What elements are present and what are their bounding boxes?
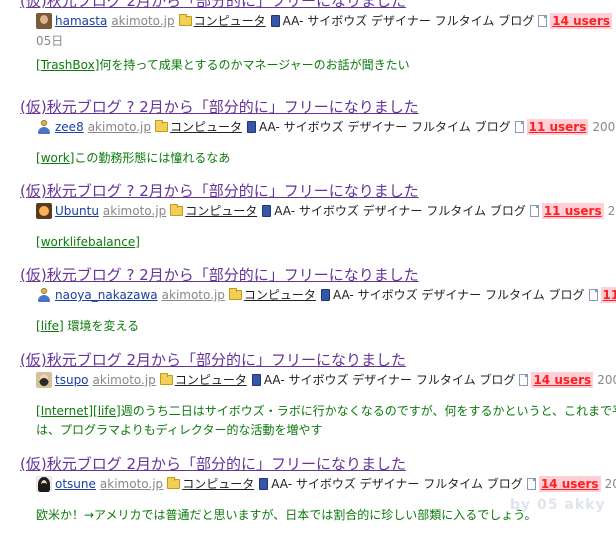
entry-title-link[interactable]: (仮)秋元ブログ ? 2月から「部分的に」フリーになりました bbox=[20, 182, 419, 200]
entry-date: 05日 bbox=[36, 34, 64, 48]
entry-meta: tsupo akimoto.jp コンピュータ AA- サイボウズ デザイナー … bbox=[36, 372, 616, 388]
entry-title-link[interactable]: (仮)秋元ブログ ? 2月から「部分的に」フリーになりました bbox=[20, 98, 419, 116]
folder-icon bbox=[159, 373, 173, 385]
user-link[interactable]: tsupo bbox=[55, 372, 89, 388]
book-icon bbox=[247, 121, 256, 133]
watermark-text: by 05 akky bbox=[510, 497, 606, 513]
user-avatar-icon[interactable] bbox=[36, 119, 52, 135]
folder-icon bbox=[228, 288, 242, 300]
entry-comment: 欧米か！→アメリカでは普通だと思いますが、日本では割合的に珍しい部類に入るでしょ… bbox=[36, 508, 537, 522]
entry-tags: AA- サイボウズ デザイナー フルタイム ブログ bbox=[274, 204, 526, 218]
domain-link[interactable]: akimoto.jp bbox=[88, 119, 151, 135]
entry-comment: [life] 環境を変える bbox=[36, 319, 140, 333]
folder-icon bbox=[154, 120, 168, 132]
entry-meta: Ubuntu akimoto.jp コンピュータ AA- サイボウズ デザイナー… bbox=[36, 203, 616, 219]
bookmark-entry: (仮)秋元ブログ ? 2月から「部分的に」フリーになりました Ubuntu ak… bbox=[0, 182, 616, 262]
entry-meta: otsune akimoto.jp コンピュータ AA- サイボウズ デザイナー… bbox=[36, 476, 616, 492]
entry-comment: [worklifebalance] bbox=[36, 235, 140, 249]
book-icon bbox=[320, 289, 330, 301]
comment-text: 週のうち二日はサイボウズ・ラボに行かなくなるのですが、何をするかというと、これま… bbox=[120, 404, 616, 418]
page-icon bbox=[588, 289, 598, 301]
user-link[interactable]: otsune bbox=[55, 476, 96, 492]
entry-date: 2008 bbox=[604, 477, 616, 491]
domain-link[interactable]: akimoto.jp bbox=[100, 476, 163, 492]
entry-title-link[interactable]: (仮)秋元ブログ ? 2月から「部分的に」フリーになりました bbox=[20, 266, 419, 284]
comment-tag-link[interactable]: life bbox=[98, 404, 116, 418]
page-icon bbox=[519, 374, 529, 386]
bookmark-entry: (仮)秋元ブログ 2月から「部分的に」フリーになりました tsupo akimo… bbox=[0, 351, 616, 443]
bookmark-entry: (仮)秋元ブログ ? 2月から「部分的に」フリーになりました zee8 akim… bbox=[0, 98, 616, 178]
comment-tag-link[interactable]: work bbox=[41, 151, 70, 165]
folder-icon bbox=[178, 14, 192, 26]
entry-date: 2008年0 bbox=[592, 120, 616, 134]
domain-link[interactable]: akimoto.jp bbox=[103, 203, 166, 219]
entry-meta: naoya_nakazawa akimoto.jp コンピュータ AA- サイボ… bbox=[36, 287, 616, 303]
entry-date: 2008年 bbox=[597, 373, 616, 387]
user-avatar-icon[interactable] bbox=[36, 476, 52, 492]
entry-tags: AA- サイボウズ デザイナー フルタイム ブログ bbox=[271, 477, 523, 491]
category-link[interactable]: コンピュータ bbox=[175, 372, 247, 388]
user-avatar-icon[interactable] bbox=[36, 203, 52, 219]
entry-title-link[interactable]: (仮)秋元ブログ 2月から「部分的に」フリーになりました bbox=[20, 0, 406, 10]
user-link[interactable]: Ubuntu bbox=[55, 203, 99, 219]
users-count-link[interactable]: 11 users bbox=[526, 119, 589, 135]
entry-meta: hamasta akimoto.jp コンピュータ AA- サイボウズ デザイナ… bbox=[36, 13, 616, 29]
domain-link[interactable]: akimoto.jp bbox=[162, 287, 225, 303]
user-avatar-icon[interactable] bbox=[36, 13, 52, 29]
entry-tags: AA- サイボウズ デザイナー フルタイム ブログ bbox=[263, 373, 516, 387]
page-icon bbox=[538, 15, 548, 27]
user-link[interactable]: zee8 bbox=[55, 119, 84, 135]
entry-comment: [work]この勤務形態には憧れるなあ bbox=[36, 151, 231, 165]
user-avatar-icon[interactable] bbox=[36, 372, 52, 388]
entry-comment: [Internet][life]週のうち二日はサイボウズ・ラボに行かなくなるので… bbox=[36, 403, 616, 419]
category-link[interactable]: コンピュータ bbox=[244, 287, 316, 303]
user-avatar-icon[interactable] bbox=[36, 287, 52, 303]
bookmark-entry: (仮)秋元ブログ 2月から「部分的に」フリーになりました otsune akim… bbox=[0, 455, 616, 535]
entry-tags: AA- サイボウズ デザイナー フルタイム ブログ bbox=[259, 120, 511, 134]
domain-link[interactable]: akimoto.jp bbox=[93, 372, 156, 388]
category-link[interactable]: コンピュータ bbox=[170, 119, 242, 135]
users-count-link[interactable]: 11 users bbox=[541, 203, 604, 219]
page-icon bbox=[529, 205, 539, 217]
comment-text: 環境を変える bbox=[63, 319, 140, 333]
domain-link[interactable]: akimoto.jp bbox=[111, 13, 174, 29]
entry-comment-continued: は、プログラマよりもディレクター的な活動を増やす bbox=[36, 423, 323, 437]
entry-meta: zee8 akimoto.jp コンピュータ AA- サイボウズ デザイナー フ… bbox=[36, 119, 616, 135]
book-icon bbox=[251, 374, 261, 386]
book-icon bbox=[262, 205, 272, 217]
comment-text: この勤務形態には憧れるなあ bbox=[74, 151, 231, 165]
category-link[interactable]: コンピュータ bbox=[194, 13, 266, 29]
folder-icon bbox=[167, 477, 181, 489]
page-icon bbox=[526, 478, 536, 490]
bookmark-entry: (仮)秋元ブログ 2月から「部分的に」フリーになりました hamasta aki… bbox=[0, 0, 616, 72]
entry-tags: AA- サイボウズ デザイナー フルタイム ブログ bbox=[332, 288, 585, 302]
category-link[interactable]: コンピュータ bbox=[182, 476, 254, 492]
book-icon bbox=[259, 478, 269, 490]
comment-text: 何を持って成果とするのかマネージャーのお話が聞きたい bbox=[99, 58, 410, 72]
folder-icon bbox=[170, 204, 184, 216]
users-count-link[interactable]: 14 users bbox=[538, 476, 601, 492]
users-count-link[interactable]: 11 u bbox=[600, 287, 616, 303]
entry-title-link[interactable]: (仮)秋元ブログ 2月から「部分的に」フリーになりました bbox=[20, 455, 406, 473]
comment-tag-link[interactable]: Internet bbox=[41, 404, 89, 418]
entry-comment: [TrashBox]何を持って成果とするのかマネージャーのお話が聞きたい bbox=[36, 58, 410, 72]
entry-date: 2008 bbox=[607, 204, 616, 218]
bookmark-feed: (仮)秋元ブログ 2月から「部分的に」フリーになりました hamasta aki… bbox=[0, 0, 616, 536]
user-link[interactable]: naoya_nakazawa bbox=[55, 287, 158, 303]
users-count-link[interactable]: 14 users bbox=[531, 372, 594, 388]
page-icon bbox=[514, 121, 524, 133]
user-link[interactable]: hamasta bbox=[55, 13, 107, 29]
comment-tag-link[interactable]: life bbox=[41, 319, 59, 333]
comment-tag-link[interactable]: TrashBox bbox=[41, 58, 95, 72]
category-link[interactable]: コンピュータ bbox=[185, 203, 257, 219]
users-count-link[interactable]: 14 users bbox=[550, 13, 612, 29]
book-icon bbox=[270, 15, 280, 27]
entry-tags: AA- サイボウズ デザイナー フルタイム ブログ bbox=[282, 14, 535, 28]
entry-title-link[interactable]: (仮)秋元ブログ 2月から「部分的に」フリーになりました bbox=[20, 351, 406, 369]
bookmark-entry: (仮)秋元ブログ ? 2月から「部分的に」フリーになりました naoya_nak… bbox=[0, 266, 616, 346]
comment-tag-link[interactable]: worklifebalance bbox=[41, 235, 136, 249]
